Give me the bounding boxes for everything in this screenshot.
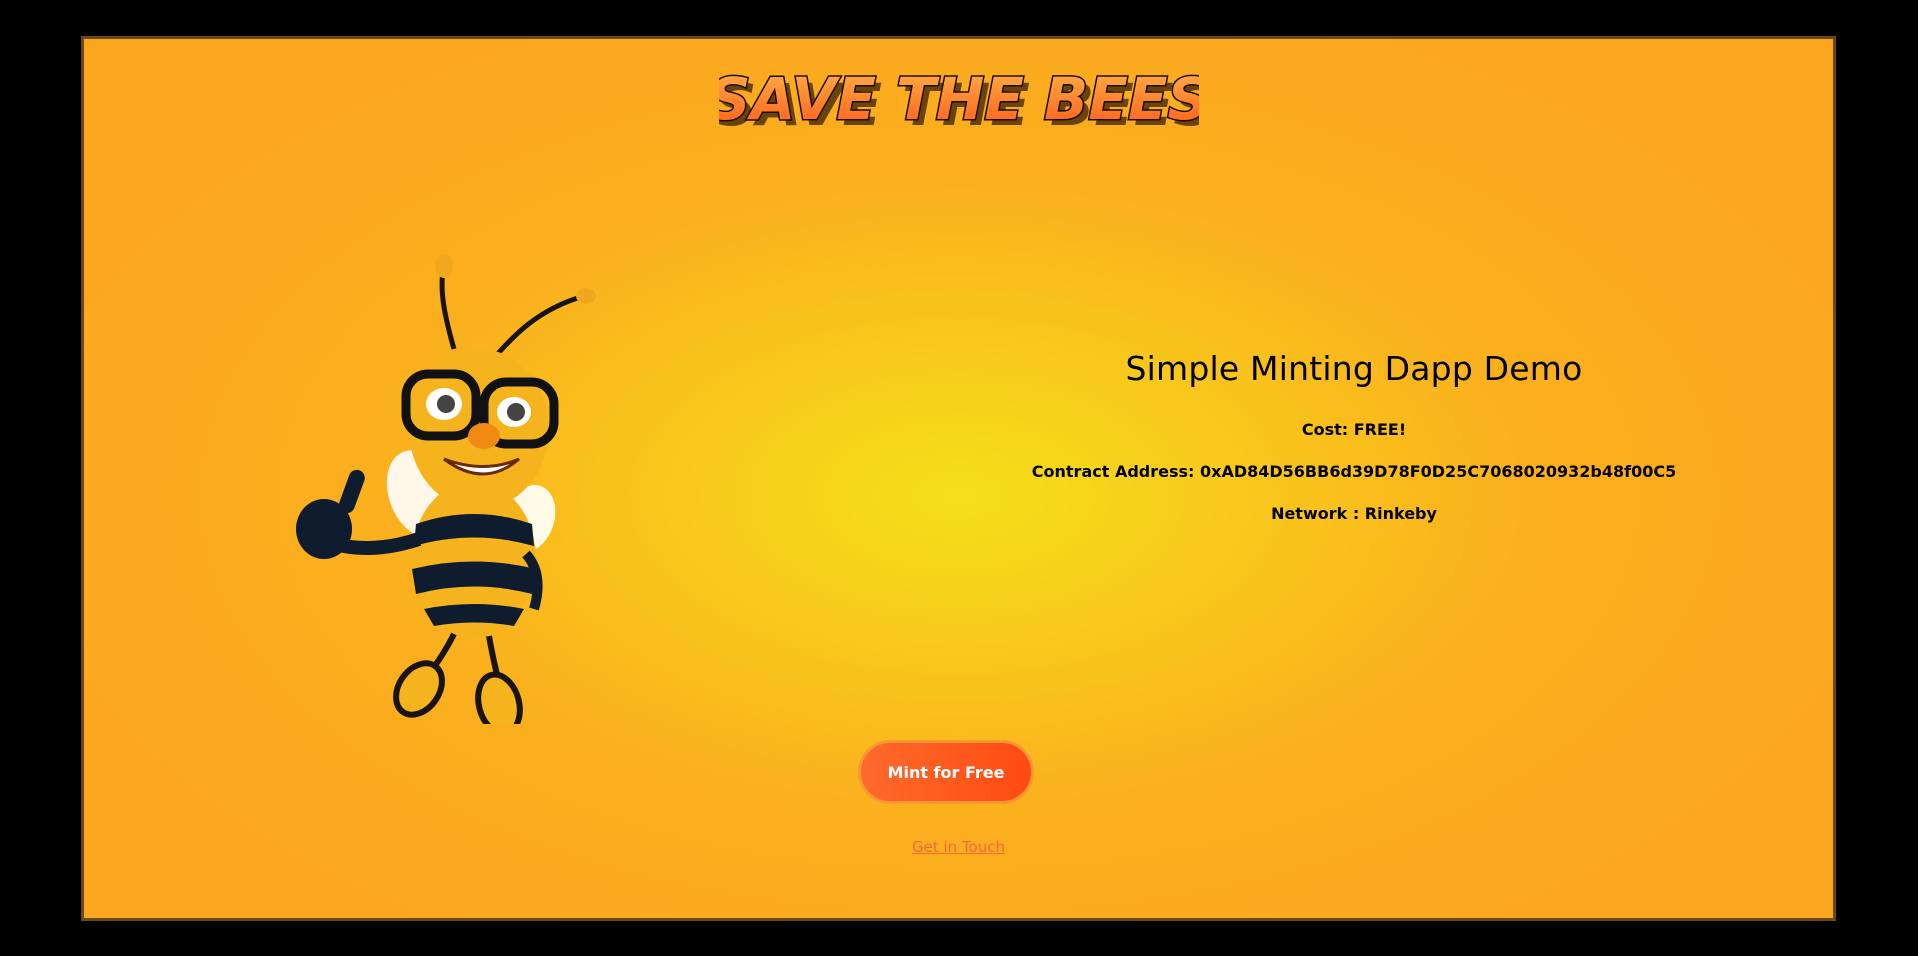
- cost-text: Cost: FREE!: [1301, 420, 1407, 439]
- main-panel: SAVE THE BEES SAVE THE BEES Simple Minti…: [81, 36, 1836, 921]
- logo-text: SAVE THE BEES: [719, 65, 1199, 133]
- get-in-touch-link[interactable]: Get in Touch: [84, 838, 1833, 856]
- mint-info-panel: Simple Minting Dapp Demo Cost: FREE! Con…: [904, 349, 1804, 523]
- page-title: Simple Minting Dapp Demo: [1125, 349, 1583, 388]
- mint-button[interactable]: Mint for Free: [858, 740, 1034, 804]
- save-the-bees-logo: SAVE THE BEES SAVE THE BEES: [719, 59, 1199, 140]
- contract-address-text: Contract Address: 0xAD84D56BB6d39D78F0D2…: [1031, 462, 1677, 481]
- network-text: Network : Rinkeby: [1271, 504, 1437, 523]
- bee-mascot-icon: [294, 254, 624, 737]
